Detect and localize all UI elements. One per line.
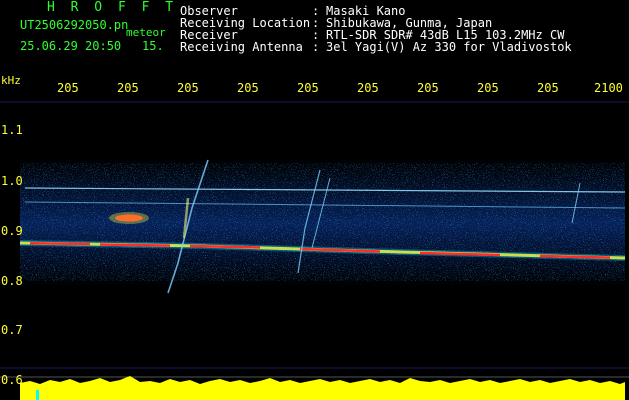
y-tick-label: 0.8 [1,274,23,288]
y-tick-label: 0.6 [1,373,23,387]
x-tick-label: 205 [177,81,199,95]
spectrum-marker-cyan [36,390,39,400]
x-tick-label: 205 [477,81,499,95]
x-tick-label: 205 [357,81,379,95]
meta-antenna-sep: : [312,40,320,54]
x-tick-label: 205 [117,81,139,95]
x-tick-label: 205 [237,81,259,95]
meteor-count: 15. [142,39,164,53]
y-tick-label: 1.1 [1,123,23,137]
y-tick-label: 1.0 [1,174,23,188]
x-tick-label: 205 [537,81,559,95]
x-tick-label: 205 [57,81,79,95]
y-tick-label: 0.9 [1,224,23,238]
date-time: 25.06.29 20:50 [20,39,122,53]
meta-antenna-value: 3el Yagi(V) Az 330 for Vladivostok [326,40,572,54]
header-title: H R O F F T [47,0,178,15]
meteor-echo-halo [109,212,149,224]
x-tick-label: 2100 [594,81,623,95]
file-name: UT2506292050.pn [20,18,129,32]
y-axis-unit: kHz [1,74,21,87]
waterfall-spectrogram [0,101,629,400]
y-tick-label: 0.7 [1,323,23,337]
meteor-label: meteor [126,26,166,39]
noise-speckle [20,160,625,285]
x-tick-label: 205 [297,81,319,95]
x-tick-label: 205 [417,81,439,95]
meta-antenna-label: Receiving Antenna [180,40,303,54]
spectrum-bars [20,376,625,400]
